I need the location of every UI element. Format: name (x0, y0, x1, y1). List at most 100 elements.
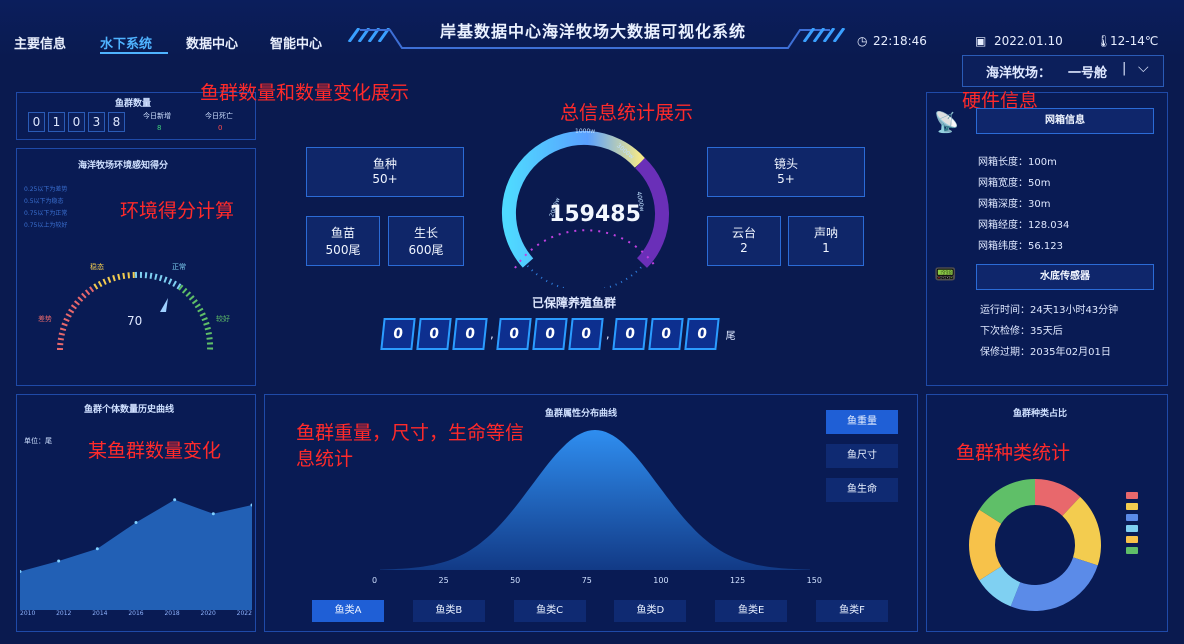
fish-count-title: 鱼群数量 (115, 99, 152, 109)
legend-item: 0.25以下为差势 (24, 186, 68, 193)
nav-smart-center[interactable]: 智能中心 (270, 33, 322, 52)
calendar-icon: ▣ (975, 34, 987, 48)
protected-digit: 0 (416, 318, 452, 350)
env-score-gauge (57, 271, 214, 351)
legend-swatch (1126, 503, 1138, 510)
sonar-label: 声呐 (813, 226, 838, 240)
fish-count-digits: 0 1 0 3 8 (28, 112, 125, 132)
farm-value: 一号舱 (1068, 66, 1108, 81)
env-score-title: 海洋牧场环境感知得分 (78, 161, 169, 171)
annotation-single-change: 某鱼群数量变化 (88, 440, 222, 462)
gauge-label-normal: 正常 (172, 263, 186, 271)
protected-digit: 0 (532, 318, 568, 350)
tab-species-a[interactable]: 鱼类A (312, 600, 384, 622)
species-box: 鱼种 50+ (306, 147, 464, 197)
size-button[interactable]: 鱼尺寸 (826, 444, 898, 468)
ptz-value: 2 (740, 241, 748, 255)
protected-digit: 0 (611, 318, 648, 350)
clock-icon: ◷ (857, 34, 868, 48)
sensor-info-item: 运行时间：24天13小时43分钟 (980, 305, 1119, 316)
env-score-legend: 0.25以下为差势 0.5以下为稳态 0.75以下为正常 0.75以上为较好 (24, 184, 67, 232)
sensor-info-item: 保修过期：2035年02月01日 (980, 347, 1111, 358)
legend-swatch (1126, 514, 1138, 521)
x-tick-label: 2014 (92, 610, 108, 617)
net-info-header: 网箱信息 (976, 108, 1154, 134)
farm-separator: | (1122, 61, 1127, 76)
tab-species-d[interactable]: 鱼类D (614, 600, 687, 622)
gauge-label-poor: 差势 (38, 315, 52, 323)
gauge-label-stable: 稳态 (90, 263, 104, 271)
header-time: 22:18:46 (873, 34, 927, 48)
nav-underwater[interactable]: 水下系统 (100, 33, 152, 52)
species-legend (1126, 492, 1138, 554)
fry-box: 鱼苗 500尾 (306, 216, 380, 266)
chevron-down-icon[interactable]: ⌵ (1138, 60, 1149, 76)
x-tick-label: 2022 (236, 610, 252, 617)
gauge-tick: 1000w (575, 128, 596, 135)
lens-value: 5+ (777, 172, 795, 186)
history-chart (20, 498, 252, 610)
x-tick-label: 2012 (56, 610, 72, 617)
ptz-box: 云台 2 (707, 216, 781, 266)
legend-item: 0.75以下为正常 (24, 210, 68, 217)
life-button[interactable]: 鱼生命 (826, 478, 898, 502)
protected-title: 已保障养殖鱼群 (532, 296, 617, 310)
x-tick-label: 50 (510, 576, 521, 585)
history-area (20, 499, 252, 610)
protected-digit: 0 (380, 318, 416, 350)
distribution-x-axis: 0 25 50 75 100 125 150 (372, 576, 822, 585)
gauge-needle (160, 298, 168, 312)
sensor-header: 水底传感器 (976, 264, 1154, 290)
x-tick-label: 150 (806, 576, 822, 585)
tab-species-e[interactable]: 鱼类E (715, 600, 788, 622)
lens-label: 镜头 (773, 157, 798, 171)
today-new-value: 8 (157, 124, 162, 132)
env-score-value: 70 (127, 314, 143, 328)
annotation-species-stats: 鱼群种类统计 (956, 442, 1071, 464)
x-tick-label: 125 (729, 576, 746, 585)
header-temperature: 12-14℃ (1110, 34, 1159, 48)
sensor-info-list: 运行时间：24天13小时43分钟 下次检修：35天后 保修过期：2035年02月… (980, 300, 1118, 363)
count-digit: 3 (88, 112, 105, 132)
page-title: 岸基数据中心海洋牧场大数据可视化系统 (439, 22, 746, 41)
sensor-icon: 📟 (934, 264, 957, 285)
today-new-label: 今日新增 (143, 112, 171, 120)
tab-species-f[interactable]: 鱼类F (815, 600, 888, 622)
growth-value: 600尾 (408, 243, 444, 257)
sonar-value: 1 (822, 241, 830, 255)
x-tick-label: 2010 (20, 610, 36, 617)
digit-separator: , (490, 327, 494, 341)
species-donut-chart (969, 479, 1101, 611)
nav-main-info[interactable]: 主要信息 (14, 33, 66, 52)
fry-value: 500尾 (325, 243, 361, 257)
lens-box: 镜头 5+ (707, 147, 865, 197)
history-x-axis: 2010 2012 2014 2016 2018 2020 2022 (20, 610, 252, 617)
fry-label: 鱼苗 (330, 226, 355, 240)
ptz-label: 云台 (731, 226, 756, 240)
tab-species-b[interactable]: 鱼类B (412, 600, 485, 622)
x-tick-label: 2016 (128, 610, 144, 617)
tab-species-c[interactable]: 鱼类C (513, 600, 586, 622)
history-point (173, 498, 177, 502)
species-label: 鱼种 (372, 157, 397, 171)
growth-label: 生长 (413, 226, 438, 240)
legend-swatch (1126, 492, 1138, 499)
legend-item: 0.5以下为稳态 (24, 198, 64, 205)
history-point (57, 559, 61, 563)
title-decor-right (802, 28, 846, 42)
net-info-item: 网箱纬度：56.123 (978, 241, 1063, 252)
history-point (211, 512, 215, 516)
net-info-item: 网箱深度：30m (978, 199, 1051, 210)
history-title: 鱼群个体数量历史曲线 (84, 405, 175, 415)
x-tick-label: 2018 (164, 610, 180, 617)
protected-digit: 0 (496, 318, 532, 350)
legend-swatch (1126, 547, 1138, 554)
nav-data-center[interactable]: 数据中心 (186, 33, 238, 52)
growth-box: 生长 600尾 (388, 216, 464, 266)
weight-button[interactable]: 鱼重量 (826, 410, 898, 434)
distribution-area (380, 430, 810, 570)
count-digit: 0 (68, 112, 85, 132)
count-digit: 0 (28, 112, 45, 132)
count-digit: 1 (48, 112, 65, 132)
x-tick-label: 75 (581, 576, 592, 585)
